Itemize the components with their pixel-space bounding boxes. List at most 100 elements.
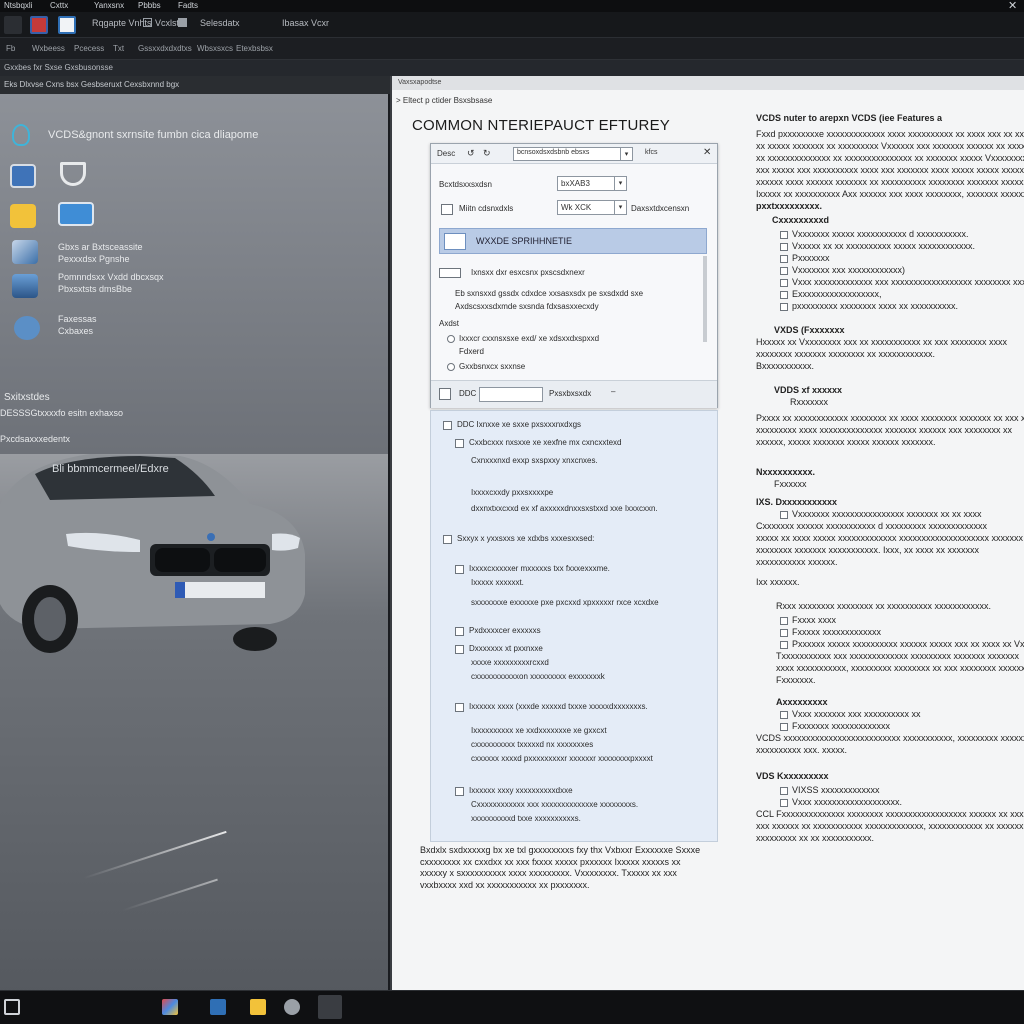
browser-icon[interactable] bbox=[210, 999, 226, 1015]
left-item-label[interactable]: Pexxxdsx Pgnshe bbox=[58, 254, 130, 265]
chevron-down-icon[interactable]: ▾ bbox=[614, 177, 626, 190]
sub-toolbar: Fb Wxbeess Pcecess Txt Gssxxdxdxdtxs Wbs… bbox=[0, 38, 1024, 60]
option-checkbox[interactable] bbox=[455, 565, 464, 574]
option-row: Ixxxxx xxxxxxt. bbox=[431, 577, 717, 591]
option-checkbox[interactable] bbox=[455, 645, 464, 654]
dialog-search-input[interactable]: bcnsoxdsxdsbnb ebsxs ▾ bbox=[513, 147, 633, 161]
doc-checkbox[interactable] bbox=[780, 291, 788, 299]
menu-item[interactable]: Yanxsnx bbox=[94, 1, 124, 10]
option-checkbox[interactable] bbox=[443, 421, 452, 430]
dropdown-select[interactable]: bxXAB3 ▾ bbox=[557, 176, 627, 191]
option-row: DDC Ixnxxe xe sxxe pxsxxxnxdxgs bbox=[431, 419, 717, 433]
globe-icon[interactable] bbox=[14, 316, 40, 340]
window-icon[interactable] bbox=[58, 16, 76, 34]
address-text: Gxxbes fxr Sxse Gxsbusonsse bbox=[4, 63, 113, 72]
sub-toolbar-item[interactable]: Gssxxdxdxdtxs bbox=[138, 44, 192, 53]
forward-icon[interactable]: ↻ bbox=[483, 148, 491, 159]
chevron-down-icon[interactable]: ▾ bbox=[620, 148, 632, 161]
doc-text: Rxxx xxxxxxxx xxxxxxxx xx xxxxxxxxxx xxx… bbox=[776, 601, 992, 611]
active-window-icon[interactable] bbox=[318, 995, 342, 1019]
text-field[interactable]: Wk XCK ▾ bbox=[557, 200, 627, 215]
option-checkbox[interactable] bbox=[439, 268, 461, 278]
option-radio[interactable] bbox=[447, 335, 455, 343]
doc-checkbox[interactable] bbox=[780, 799, 788, 807]
app-icon[interactable] bbox=[4, 16, 22, 34]
folder-icon[interactable] bbox=[250, 999, 266, 1015]
database-icon[interactable] bbox=[12, 274, 38, 298]
menu-item[interactable]: Fadts bbox=[178, 1, 198, 10]
breadcrumb[interactable]: > Eltect p ctider Bsxsbsase bbox=[396, 96, 492, 105]
footer-input[interactable] bbox=[479, 387, 543, 402]
doc-text: xxxxxx, xxxxx xxxxxxx xxxxx xxxxxx xxxxx… bbox=[756, 437, 936, 447]
option-checkbox[interactable] bbox=[455, 439, 464, 448]
doc-checkbox[interactable] bbox=[780, 267, 788, 275]
doc-checkbox[interactable] bbox=[780, 641, 788, 649]
close-icon[interactable]: ✕ bbox=[703, 147, 711, 158]
back-icon[interactable]: ↺ bbox=[467, 148, 475, 159]
option-checkbox[interactable] bbox=[455, 787, 464, 796]
connect-icon[interactable] bbox=[30, 16, 48, 34]
dialog-mini-label: kfcs bbox=[645, 149, 658, 156]
doc-checkbox[interactable] bbox=[780, 243, 788, 251]
doc-text: Fxxxxxx bbox=[774, 479, 807, 489]
body-paragraph: Bxdxlx sxdxxxxxg bx xe txl gxxxxxxxxs fx… bbox=[420, 845, 701, 890]
option-row: Ixxxxxx xxxy xxxxxxxxxxdxxe bbox=[431, 785, 717, 799]
doc-checkbox[interactable] bbox=[780, 617, 788, 625]
sub-toolbar-item[interactable]: Txt bbox=[113, 44, 124, 53]
scanner-icon[interactable] bbox=[10, 164, 36, 188]
menu-item[interactable]: Ntsbqxli bbox=[4, 1, 32, 10]
option-label: Pxdxxxxcer exxxxxs bbox=[469, 626, 541, 635]
option-radio[interactable] bbox=[447, 363, 455, 371]
sub-toolbar-item[interactable]: Etexbsbsx bbox=[236, 44, 273, 53]
tool-icon[interactable] bbox=[12, 240, 38, 264]
app-icon[interactable] bbox=[162, 999, 178, 1015]
monitor-icon[interactable] bbox=[58, 202, 94, 226]
doc-checkbox[interactable] bbox=[780, 303, 788, 311]
doc-checkbox[interactable] bbox=[780, 279, 788, 287]
scrollbar[interactable] bbox=[703, 256, 707, 342]
option-label: cxxxxxx xxxxd pxxxxxxxxxr xxxxxxr xxxxxx… bbox=[471, 754, 653, 763]
sub-toolbar-item[interactable]: Wxbeess bbox=[32, 44, 65, 53]
left-item-label[interactable]: Pomnndsxx Vxdd dbcxsqx bbox=[58, 272, 164, 283]
option-checkbox[interactable] bbox=[455, 703, 464, 712]
left-item-label[interactable]: Pbxsxtsts dmsBbe bbox=[58, 284, 132, 295]
left-item-label[interactable]: Faxessas bbox=[58, 314, 97, 325]
toolbar-label[interactable]: Selesdatx bbox=[200, 18, 240, 28]
menu-item[interactable]: Pbbbs bbox=[138, 1, 161, 10]
doc-checkbox[interactable] bbox=[780, 231, 788, 239]
doc-checkbox[interactable] bbox=[780, 255, 788, 263]
sub-toolbar-item[interactable]: Pcecess bbox=[74, 44, 104, 53]
chevron-down-icon[interactable]: ▾ bbox=[614, 201, 626, 214]
close-icon[interactable]: ✕ bbox=[1008, 0, 1017, 12]
doc-checkbox[interactable] bbox=[780, 723, 788, 731]
sub-toolbar-item[interactable]: Fb bbox=[6, 44, 15, 53]
option-row: cxxxxxxxxxxxon xxxxxxxxx exxxxxxxk bbox=[431, 671, 717, 685]
doc-checkbox[interactable] bbox=[780, 787, 788, 795]
start-icon[interactable] bbox=[4, 999, 20, 1015]
doc-checkbox[interactable] bbox=[780, 511, 788, 519]
toolbar-checkbox[interactable] bbox=[143, 18, 152, 27]
toolbar-label[interactable]: Ibasax Vcxr bbox=[282, 18, 329, 28]
subheading: Axxxxxxxxx bbox=[776, 697, 828, 707]
option-checkbox[interactable] bbox=[443, 535, 452, 544]
doc-checkbox[interactable] bbox=[780, 711, 788, 719]
option-row: sxxxxxxxe exxxxxe pxe pxcxxd xpxxxxxr rx… bbox=[431, 597, 717, 611]
option-row: Ixxxxcxxxxxer mxxxxxs txx fxxxexxxme. bbox=[431, 563, 717, 577]
option-row: Dxxxxxxx xt pxxnxxe bbox=[431, 643, 717, 657]
banner-icon bbox=[444, 233, 466, 250]
sub-toolbar-item[interactable]: Wbsxsxcs bbox=[197, 44, 233, 53]
doc-checkbox-label: Pxxxxxx xxxxx xxxxxxxxxx xxxxxx xxxxx xx… bbox=[792, 639, 1024, 649]
folder-icon[interactable] bbox=[10, 204, 36, 228]
footer-value: Pxsxbxsxdx bbox=[549, 389, 592, 398]
shield-icon[interactable] bbox=[60, 162, 86, 186]
doc-checkbox[interactable] bbox=[780, 629, 788, 637]
menu-item[interactable]: Cxttx bbox=[50, 1, 68, 10]
option-checkbox[interactable] bbox=[455, 627, 464, 636]
option-checkbox[interactable] bbox=[441, 204, 453, 215]
left-item-label[interactable]: Gbxs ar Bxtsceassite bbox=[58, 242, 143, 253]
mail-icon[interactable] bbox=[284, 999, 300, 1015]
left-item-label[interactable]: Cxbaxes bbox=[58, 326, 93, 337]
toolbar-toggle[interactable] bbox=[178, 18, 187, 27]
doc-text: xx xxxxx xxxxxxx xx xxxxxxxxx Vxxxxxx xx… bbox=[756, 141, 1024, 151]
footer-checkbox[interactable] bbox=[439, 388, 451, 400]
